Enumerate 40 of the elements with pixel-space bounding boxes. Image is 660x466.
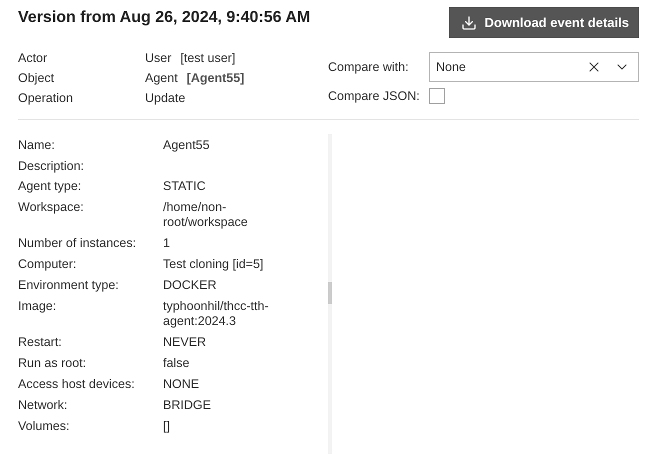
detail-value: STATIC [163, 179, 207, 194]
detail-label: Environment type: [18, 278, 120, 293]
detail-label: Name: [18, 138, 56, 153]
detail-label: Access host devices: [18, 377, 136, 392]
meta-label: Object [18, 71, 56, 85]
detail-value: 1 [163, 236, 171, 251]
compare-json-label: Compare JSON: [328, 89, 421, 103]
meta-type: User [145, 51, 172, 65]
meta-value: [test user] [180, 51, 236, 65]
detail-label: Network: [18, 398, 68, 413]
meta-label: Operation [18, 91, 74, 105]
detail-value: DOCKER [163, 278, 218, 293]
detail-label: Restart: [18, 335, 63, 350]
detail-label: Workspace: [18, 200, 85, 216]
detail-label: Description: [18, 159, 85, 173]
detail-value: NONE [163, 377, 200, 392]
detail-value: false [163, 356, 190, 371]
detail-value: typhoonhil/thcc-tth-agent:2024.3 [163, 299, 270, 329]
detail-value: /home/non-root/workspace [163, 200, 249, 230]
detail-value: Agent55 [163, 138, 211, 153]
download-icon [460, 14, 477, 30]
detail-label: Volumes: [18, 419, 70, 434]
detail-value: Test cloning [id=5] [163, 257, 264, 272]
page-title: Version from Aug 26, 2024, 9:40:56 AM [18, 9, 310, 27]
meta-type: Agent [145, 71, 178, 85]
download-button[interactable]: Download event details [448, 7, 639, 38]
meta-value: [Agent55] [186, 71, 244, 85]
detail-label: Run as root: [18, 356, 88, 371]
detail-label: Number of instances: [18, 236, 138, 251]
detail-label: Image: [18, 299, 58, 315]
detail-value: BRIDGE [163, 398, 212, 413]
meta-label: Actor [18, 51, 48, 65]
detail-label: Computer: [18, 257, 78, 272]
meta-type: Update [145, 91, 186, 105]
detail-label: Agent type: [18, 179, 82, 194]
compare-json-checkbox[interactable] [429, 88, 445, 104]
detail-value: [] [163, 419, 171, 434]
compare-with-label: Compare with: [328, 60, 410, 74]
compare-select[interactable]: None [429, 52, 639, 82]
detail-value: NEVER [163, 335, 208, 350]
